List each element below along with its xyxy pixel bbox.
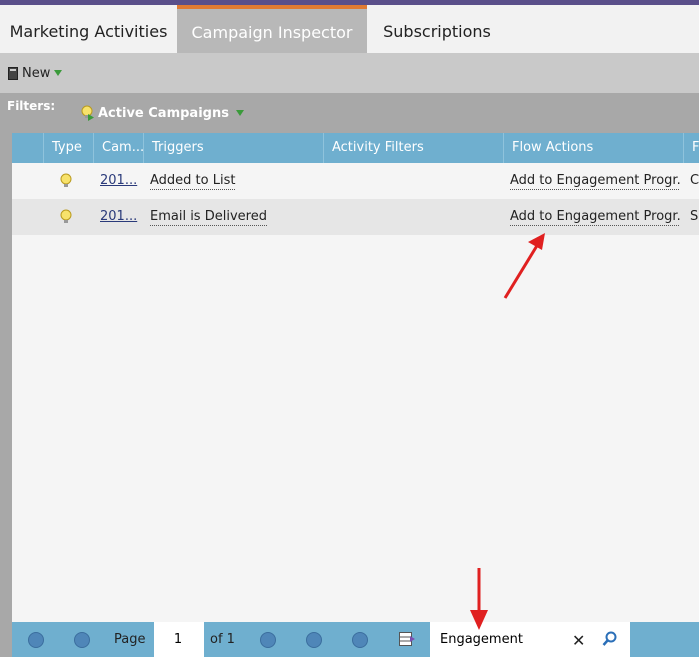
lightbulb-play-icon [81,105,94,121]
previous-page-icon[interactable] [74,632,90,648]
search-input[interactable] [430,622,630,657]
refresh-icon[interactable] [352,632,368,648]
last-page-icon[interactable] [306,632,322,648]
lightbulb-icon [60,209,72,223]
left-rail [0,133,12,657]
trigger-text: Added to List [150,173,236,190]
flow-action-text: Add to Engagement Progr... [510,173,680,190]
tab-marketing-activities[interactable]: Marketing Activities [0,5,177,53]
clear-search-icon[interactable]: ✕ [572,631,585,650]
grid-header: Type Cam... Triggers Activity Filters Fl… [12,133,699,163]
active-filter-label: Active Campaigns [98,105,229,121]
tab-subscriptions[interactable]: Subscriptions [367,5,507,53]
page-count-label: of 1 [210,632,235,647]
campaign-link[interactable]: 201... [100,173,137,188]
new-button[interactable]: New [8,64,63,82]
page-number-input[interactable] [154,622,204,657]
new-button-label: New [22,65,51,81]
extra-column-text: Su [690,209,699,224]
column-header-blank [12,133,43,163]
toolbar: New [0,53,699,93]
flow-action-text: Add to Engagement Progr... [510,209,680,226]
caret-down-icon [54,70,63,76]
tab-campaign-inspector[interactable]: Campaign Inspector [177,5,367,53]
first-page-icon[interactable] [28,632,44,648]
column-header-triggers[interactable]: Triggers [143,133,323,163]
search-icon[interactable] [602,631,618,647]
filter-bar: Filters: Active Campaigns [0,93,699,133]
next-page-icon[interactable] [260,632,276,648]
table-row[interactable]: 201... Email is Delivered Add to Engagem… [12,199,699,235]
column-header-campaign[interactable]: Cam... [93,133,143,163]
trigger-text: Email is Delivered [150,209,267,226]
column-header-type[interactable]: Type [43,133,93,163]
filters-label: Filters: [7,99,56,113]
page-label: Page [114,632,146,647]
column-header-flow-actions[interactable]: Flow Actions [503,133,683,163]
lightbulb-icon [60,173,72,187]
caret-down-icon [235,110,244,116]
active-campaigns-filter[interactable]: Active Campaigns [80,105,244,121]
tab-bar: Marketing Activities Campaign Inspector … [0,5,699,53]
new-document-icon [8,66,18,80]
extra-column-text: C [690,173,699,188]
campaign-link[interactable]: 201... [100,209,137,224]
column-header-activity-filters[interactable]: Activity Filters [323,133,503,163]
column-chooser-icon[interactable] [399,632,415,646]
table-row[interactable]: 201... Added to List Add to Engagement P… [12,163,699,199]
pagination-bar: Page of 1 ✕ [12,622,699,657]
column-header-extra[interactable]: F [683,133,699,163]
annotation-arrow-up-icon [503,233,545,299]
